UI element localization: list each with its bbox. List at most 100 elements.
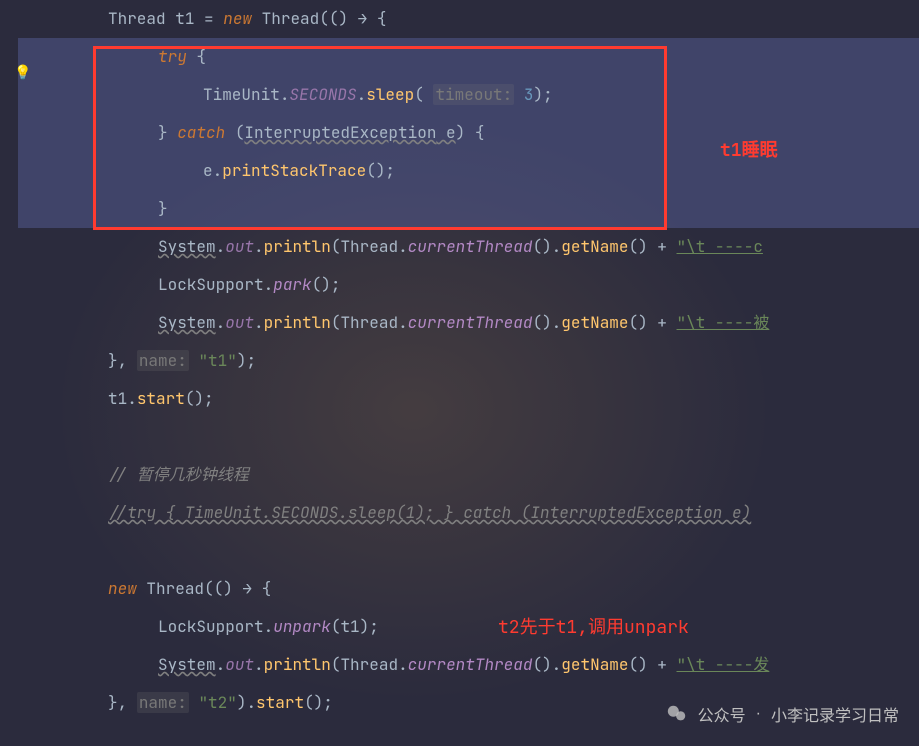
paren: );: [237, 350, 256, 371]
dot: .: [398, 236, 408, 257]
watermark-name: 小李记录学习日常: [771, 702, 899, 726]
code-line[interactable]: TimeUnit.SECONDS.sleep( timeout: 3);: [18, 76, 919, 114]
code-line[interactable]: LockSupport.park();: [18, 266, 919, 304]
paren: ();: [185, 388, 214, 409]
code-line[interactable]: Thread t1 = new Thread(() → {: [18, 0, 919, 38]
type: TimeUnit: [203, 84, 280, 105]
type: Thread: [340, 312, 398, 333]
static-field: out: [225, 312, 254, 333]
code-editor[interactable]: 💡 t1睡眠 Thread t1 = new Thread(() → { try…: [0, 0, 919, 746]
watermark-source: 公众号: [698, 702, 746, 726]
dot: .: [127, 388, 137, 409]
paren: ();: [312, 274, 341, 295]
type: System: [158, 312, 216, 333]
static-field: out: [225, 236, 254, 257]
dot: .: [216, 312, 226, 333]
code-line[interactable]: } catch (InterruptedException e) {: [18, 114, 919, 152]
watermark-separator: ·: [756, 705, 761, 723]
code-line[interactable]: System.out.println(Thread.currentThread(…: [18, 646, 919, 684]
code-line[interactable]: System.out.println(Thread.currentThread(…: [18, 228, 919, 266]
method: sleep: [366, 84, 414, 105]
method: unpark: [273, 616, 331, 637]
method: getName: [561, 654, 628, 675]
string: "\t ----被: [677, 312, 770, 333]
method: currentThread: [408, 312, 533, 333]
brace: }: [158, 198, 168, 219]
code-line-empty[interactable]: [18, 532, 919, 570]
code-content[interactable]: t1睡眠 Thread t1 = new Thread(() → { try {…: [18, 0, 919, 746]
code-line-empty[interactable]: [18, 418, 919, 456]
comment: // 暂停几秒钟线程: [108, 464, 249, 485]
dot: .: [254, 312, 264, 333]
method: start: [137, 388, 185, 409]
paren: (: [225, 122, 244, 143]
code-line[interactable]: //try { TimeUnit.SECONDS.sleep(1); } cat…: [18, 494, 919, 532]
code-line[interactable]: }: [18, 190, 919, 228]
dot: .: [264, 616, 274, 637]
dot: .: [254, 654, 264, 675]
annotation-t1-sleep: t1睡眠: [720, 132, 778, 170]
paren: );: [360, 616, 379, 637]
watermark: 公众号 · 小李记录学习日常: [666, 702, 899, 726]
keyword: new: [108, 578, 137, 599]
variable: t1: [340, 616, 359, 637]
brace: ) {: [456, 122, 485, 143]
method: println: [264, 654, 331, 675]
static-field: SECONDS: [289, 84, 356, 105]
code-line[interactable]: new Thread(() → {: [18, 570, 919, 608]
code-line[interactable]: }, name: "t1");: [18, 342, 919, 380]
method: getName: [561, 236, 628, 257]
string: "t1": [198, 350, 236, 371]
paren: (: [331, 236, 341, 257]
param-hint: name:: [137, 350, 189, 371]
dot: .: [398, 654, 408, 675]
method: getName: [561, 312, 628, 333]
paren: (: [331, 312, 341, 333]
dot: .: [398, 312, 408, 333]
code-line[interactable]: e.printStackTrace();: [18, 152, 919, 190]
string: "\t ----发: [677, 654, 770, 675]
dot: .: [216, 654, 226, 675]
type: System: [158, 654, 216, 675]
code-line[interactable]: try {: [18, 38, 919, 76]
paren: (: [331, 616, 341, 637]
static-field: out: [225, 654, 254, 675]
type: LockSupport: [158, 274, 264, 295]
lightbulb-icon[interactable]: 💡: [14, 64, 31, 82]
brace: }: [158, 122, 177, 143]
type: Thread: [340, 654, 398, 675]
operator: () +: [629, 236, 677, 257]
paren: (: [331, 654, 341, 675]
type: System: [158, 236, 216, 257]
editor-gutter: 💡: [0, 0, 18, 746]
method: println: [264, 236, 331, 257]
string: "t2": [198, 692, 236, 713]
code-line[interactable]: // 暂停几秒钟线程: [18, 456, 919, 494]
dot: .: [264, 274, 274, 295]
operator: () +: [629, 654, 677, 675]
paren: ().: [532, 654, 561, 675]
method: println: [264, 312, 331, 333]
dot: .: [254, 236, 264, 257]
param-hint: timeout:: [433, 84, 514, 105]
paren: ).: [237, 692, 256, 713]
operator: =: [194, 8, 223, 29]
paren: ().: [532, 236, 561, 257]
code-line[interactable]: LockSupport.unpark(t1);: [18, 608, 919, 646]
code-line[interactable]: t1.start();: [18, 380, 919, 418]
code-line[interactable]: System.out.println(Thread.currentThread(…: [18, 304, 919, 342]
type: InterruptedException: [244, 122, 436, 143]
method: currentThread: [408, 236, 533, 257]
keyword: new: [223, 8, 252, 29]
paren: );: [533, 84, 552, 105]
dot: .: [216, 236, 226, 257]
param-hint: name:: [137, 692, 189, 713]
annotation-t2-unpark: t2先于t1,调用unpark: [498, 609, 689, 647]
dot: .: [357, 84, 367, 105]
paren: ();: [304, 692, 333, 713]
method: park: [273, 274, 311, 295]
type: Thread: [108, 8, 166, 29]
dot: .: [280, 84, 290, 105]
paren: ();: [366, 160, 395, 181]
type: Thread(() → {: [137, 578, 271, 599]
